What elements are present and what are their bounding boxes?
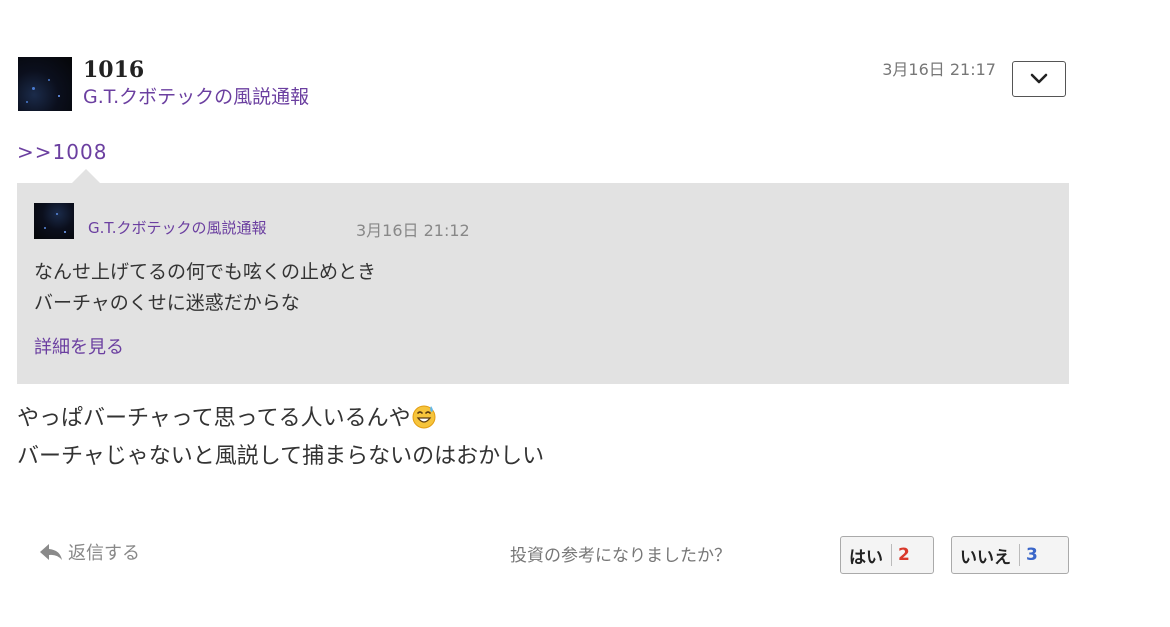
quoted-text: なんせ上げてるの何でも呟くの止めとき バーチャのくせに迷惑だからな: [34, 257, 376, 319]
author-name-link[interactable]: G.T.クボテックの風説通報: [83, 84, 309, 110]
post-number: 1016: [83, 57, 145, 83]
comment-post: 1016 G.T.クボテックの風説通報 3月16日 21:17 >>1008 G…: [0, 0, 1170, 627]
author-avatar[interactable]: [18, 57, 72, 111]
quoted-text-line: なんせ上げてるの何でも呟くの止めとき: [34, 261, 377, 283]
post-body-line: やっぱバーチャって思ってる人いるんや: [17, 400, 544, 438]
vote-no-button[interactable]: いいえ 3: [951, 536, 1069, 574]
post-menu-button[interactable]: [1012, 61, 1066, 97]
reply-button[interactable]: 返信する: [38, 539, 140, 565]
vote-no-label: いいえ: [960, 547, 1011, 568]
vote-yes-button[interactable]: はい 2: [840, 536, 934, 574]
grinning-sweat-emoji-icon: [412, 405, 436, 429]
chevron-down-icon: [1030, 73, 1048, 84]
vote-no-count: 3: [1026, 545, 1038, 565]
post-timestamp: 3月16日 21:17: [882, 60, 996, 79]
quoted-author-link[interactable]: G.T.クボテックの風説通報: [88, 217, 267, 238]
quoted-timestamp: 3月16日 21:12: [356, 221, 470, 240]
reply-anchor-link[interactable]: >>1008: [17, 140, 107, 164]
see-details-link[interactable]: 詳細を見る: [34, 333, 124, 359]
post-body: やっぱバーチャって思ってる人いるんや バーチャじゃないと風説して捕まらないのはお…: [17, 400, 544, 476]
reply-label: 返信する: [68, 543, 140, 564]
post-body-line-text: やっぱバーチャって思ってる人いるんや: [17, 406, 411, 431]
quoted-reply: G.T.クボテックの風説通報 3月16日 21:12 なんせ上げてるの何でも呟く…: [17, 169, 1069, 384]
vote-yes-label: はい: [849, 547, 883, 568]
quoted-author-avatar[interactable]: [34, 203, 74, 239]
reply-arrow-icon: [40, 544, 62, 560]
post-body-line: バーチャじゃないと風説して捕まらないのはおかしい: [17, 444, 545, 469]
helpful-question: 投資の参考になりましたか？: [510, 546, 731, 566]
vote-yes-count: 2: [898, 545, 910, 565]
quoted-text-line: バーチャのくせに迷惑だからな: [34, 292, 300, 314]
